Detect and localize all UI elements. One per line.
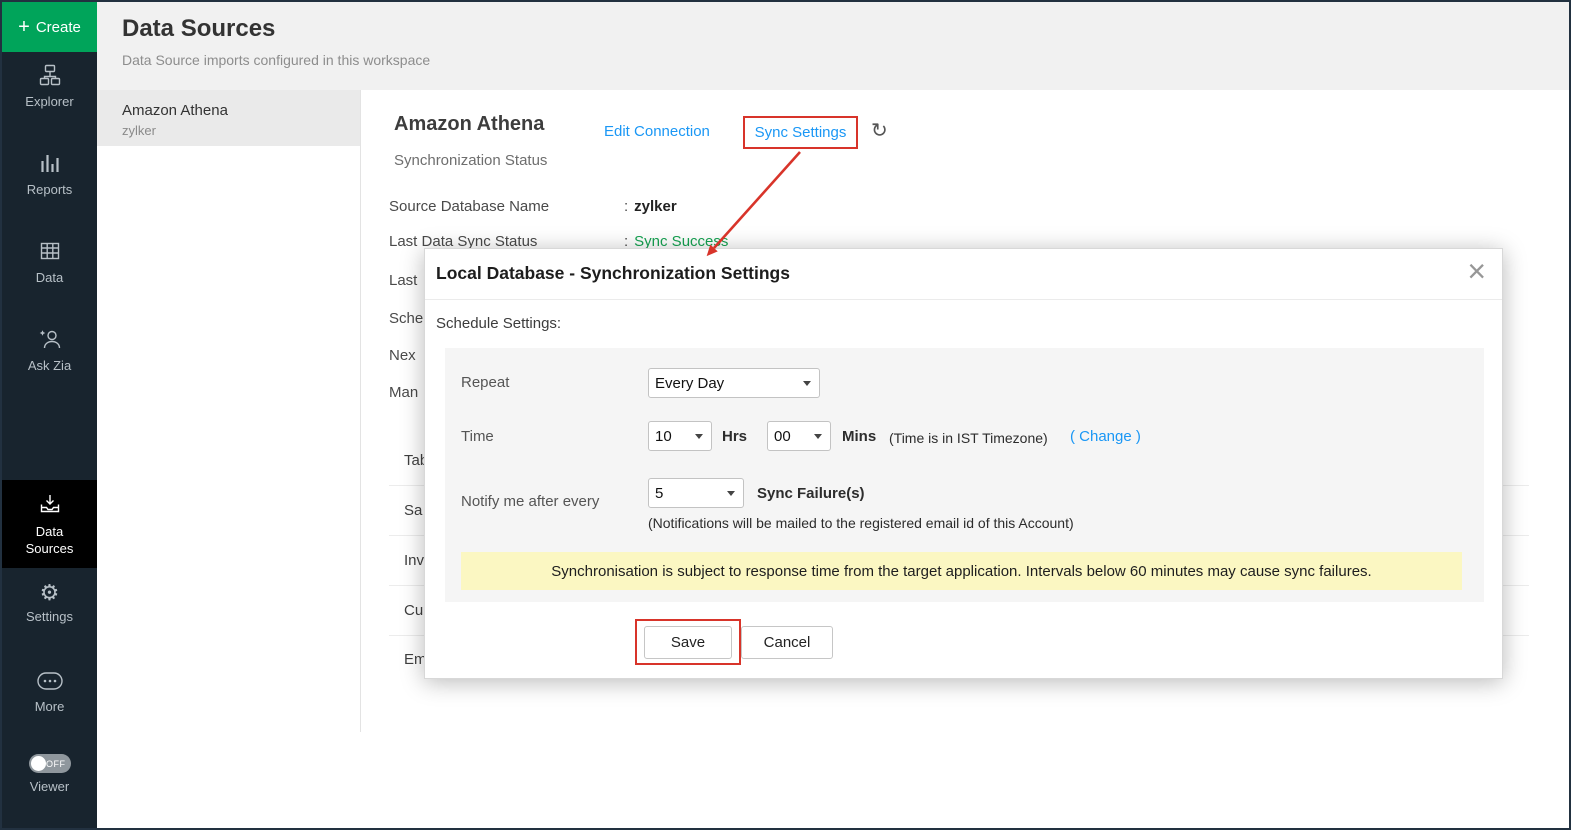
source-name: Amazon Athena — [122, 102, 228, 119]
schedule-settings-panel: Repeat Every Day Time 10 Hrs 00 Mins (Ti… — [445, 348, 1484, 602]
cancel-button[interactable]: Cancel — [741, 626, 833, 659]
page-header: Data Sources Data Source imports configu… — [97, 2, 1569, 90]
modal-title: Local Database - Synchronization Setting… — [436, 263, 790, 284]
sidebar-item-label: Data — [2, 270, 97, 285]
modal-title-divider — [425, 299, 1502, 300]
detail-label-clipped: Last — [389, 272, 417, 289]
sidebar-item-label: More — [2, 699, 97, 714]
detail-value: zylker — [634, 198, 677, 215]
sidebar-item-label: Data Sources — [15, 524, 85, 558]
save-button[interactable]: Save — [644, 626, 732, 659]
change-timezone-link[interactable]: ( Change ) — [1070, 428, 1141, 445]
sidebar-item-explorer[interactable]: Explorer — [2, 64, 97, 109]
data-table-icon — [39, 240, 61, 264]
gear-icon: ⚙ — [40, 582, 60, 606]
repeat-label: Repeat — [461, 374, 509, 391]
viewer-block: OFF Viewer — [2, 754, 97, 794]
viewer-label: Viewer — [2, 779, 97, 794]
sidebar-item-data[interactable]: Data — [2, 240, 97, 285]
sidebar-item-label: Settings — [2, 609, 97, 624]
toggle-state-label: OFF — [46, 759, 66, 769]
source-list-item[interactable]: Amazon Athena zylker — [97, 90, 360, 146]
close-icon[interactable]: × — [1467, 251, 1486, 293]
sync-warning-banner: Synchronisation is subject to response t… — [461, 552, 1462, 590]
sync-warning-text: Synchronisation is subject to response t… — [551, 563, 1371, 580]
sidebar-item-more[interactable]: More — [2, 672, 97, 714]
minutes-select-wrap: 00 — [767, 421, 831, 451]
app-window: + Create Explorer Reports Data Ask — [0, 0, 1571, 830]
explorer-icon — [39, 64, 61, 88]
table-label-clipped: Cu — [404, 602, 423, 619]
sidebar: + Create Explorer Reports Data Ask — [2, 2, 97, 828]
schedule-settings-label: Schedule Settings: — [436, 315, 561, 332]
sidebar-item-reports[interactable]: Reports — [2, 152, 97, 197]
time-label: Time — [461, 428, 494, 445]
sync-settings-highlight: Sync Settings — [743, 116, 858, 149]
timezone-note: (Time is in IST Timezone) — [889, 430, 1048, 446]
detail-label-clipped: Man — [389, 384, 418, 401]
reports-icon — [39, 152, 61, 176]
page-title: Data Sources — [122, 15, 275, 43]
minutes-unit-label: Mins — [842, 428, 876, 445]
notify-label: Notify me after every — [461, 493, 599, 510]
detail-label: Source Database Name — [389, 198, 624, 215]
data-sources-icon — [39, 493, 61, 517]
sidebar-item-label: Reports — [2, 182, 97, 197]
refresh-icon[interactable]: ↻ — [871, 118, 888, 143]
notify-select[interactable]: 5 — [649, 479, 743, 507]
sidebar-item-data-sources[interactable]: Data Sources — [2, 480, 97, 568]
plus-icon: + — [18, 16, 30, 39]
source-title: Amazon Athena — [394, 113, 544, 136]
table-label-clipped: Sa — [404, 502, 422, 519]
create-button[interactable]: + Create — [2, 2, 97, 52]
sync-settings-link[interactable]: Sync Settings — [755, 124, 847, 141]
detail-label-clipped: Nex — [389, 347, 416, 364]
detail-separator: : — [624, 198, 628, 215]
notify-select-wrap: 5 — [648, 478, 744, 508]
hours-select-wrap: 10 — [648, 421, 712, 451]
page-subtitle: Data Source imports configured in this w… — [122, 52, 430, 68]
sidebar-item-label: Explorer — [2, 94, 97, 109]
detail-label-clipped: Sche — [389, 310, 423, 327]
edit-connection-link[interactable]: Edit Connection — [604, 123, 710, 140]
create-label: Create — [36, 19, 81, 36]
sidebar-item-ask-zia[interactable]: Ask Zia — [2, 328, 97, 373]
minutes-select[interactable]: 00 — [768, 422, 830, 450]
repeat-select-wrap: Every Day — [648, 368, 820, 398]
table-label-clipped: Inv — [404, 552, 424, 569]
repeat-select[interactable]: Every Day — [649, 369, 819, 397]
toggle-knob — [31, 756, 46, 771]
panel-divider — [360, 90, 361, 732]
sidebar-item-settings[interactable]: ⚙ Settings — [2, 582, 97, 624]
sidebar-item-label: Ask Zia — [2, 358, 97, 373]
sync-failures-unit-label: Sync Failure(s) — [757, 485, 865, 502]
ask-zia-icon — [38, 328, 62, 352]
sync-status-section-label: Synchronization Status — [394, 152, 547, 169]
viewer-toggle[interactable]: OFF — [29, 754, 71, 773]
hours-select[interactable]: 10 — [649, 422, 711, 450]
source-workspace: zylker — [122, 123, 156, 138]
notifications-note: (Notifications will be mailed to the reg… — [648, 515, 1074, 531]
hours-unit-label: Hrs — [722, 428, 747, 445]
more-ellipsis-icon — [37, 672, 63, 696]
detail-row: Source Database Name: zylker — [389, 198, 677, 215]
sync-settings-modal: Local Database - Synchronization Setting… — [424, 248, 1503, 679]
